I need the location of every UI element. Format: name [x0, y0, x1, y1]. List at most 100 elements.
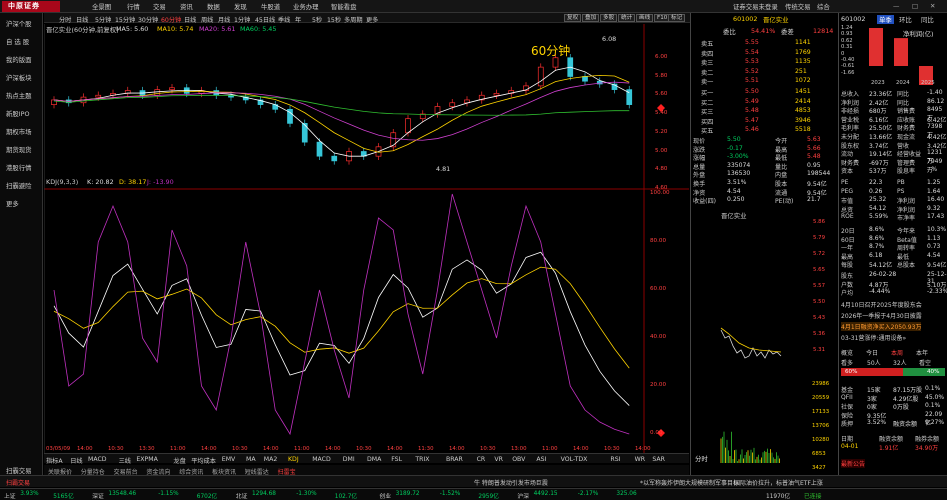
index-cell[interactable]: 3.93% [20, 491, 38, 497]
period-tab[interactable]: 年 [295, 15, 301, 24]
hot-tab[interactable]: 本年 [916, 348, 928, 357]
hot-tab[interactable]: 概览 [841, 348, 853, 357]
indicator-tab[interactable]: EXPMA [136, 456, 157, 463]
period-tab[interactable]: 1分钟 [234, 15, 250, 24]
sidebar-item[interactable]: 扫霸避险 [6, 181, 32, 190]
period-tab[interactable]: 15分钟 [115, 15, 135, 24]
sidebar-item[interactable]: 新股IPO [6, 109, 30, 118]
kline-chart[interactable]: 晋亿实业(60分钟,前复权) MA5: 5.60 MA10: 5.74 MA20… [44, 24, 689, 454]
sidebar-item[interactable]: 更多 [6, 199, 19, 208]
stats-button[interactable]: 统计 [618, 14, 635, 22]
tab-qoq[interactable]: 环比 [899, 15, 912, 24]
adjust-button[interactable]: 复权 [564, 14, 581, 22]
index-cell[interactable]: 北证 [236, 491, 248, 500]
period-tab[interactable]: 5分钟 [95, 15, 111, 24]
index-cell[interactable]: -1.30% [296, 491, 317, 497]
news-ticker[interactable]: *以军称轰炸伊朗大规模研制军事目标 [640, 478, 739, 487]
indicator-tab[interactable]: WR [635, 456, 645, 463]
sidebar-item[interactable]: 沪深板块 [6, 73, 32, 82]
sidebar-item[interactable]: 热点主题 [6, 91, 32, 100]
index-cell[interactable]: -1.15% [158, 491, 179, 497]
maximize-icon[interactable]: □ [912, 2, 918, 10]
indicator-tab[interactable]: BRAR [446, 456, 463, 463]
trade-mode[interactable]: 传统交易 [785, 2, 811, 11]
period-tab[interactable]: 日线 [76, 15, 88, 24]
index-cell[interactable]: 2959亿 [478, 491, 499, 500]
period-tab[interactable]: 日线 [184, 15, 196, 24]
indicator-tab[interactable]: MACD [312, 456, 331, 463]
news-item[interactable]: 03-31营涨停:通用设备» [841, 333, 906, 342]
menu-item[interactable]: 交易 [153, 2, 166, 11]
indicator-tab[interactable]: MA [246, 456, 256, 463]
menu-item[interactable]: 全景图 [92, 2, 111, 11]
indicator-tab[interactable]: OBV [512, 456, 525, 463]
period-tab[interactable]: 月线 [218, 15, 230, 24]
latest-notice-link[interactable]: 最新公告 [841, 459, 865, 468]
indicator-tab[interactable]: ASI [536, 456, 546, 463]
index-cell[interactable]: 6702亿 [197, 491, 218, 500]
indicator-tab[interactable]: 平均成本 [191, 456, 216, 465]
sidebar-footer[interactable]: 扫霸交易 [6, 466, 32, 475]
minimize-icon[interactable]: — [893, 2, 899, 10]
indicator-tab[interactable]: CR [477, 456, 486, 463]
alert-text[interactable]: 牛 特朗普发动引发市场巨震 [474, 478, 548, 487]
draw-button[interactable]: 画线 [636, 14, 653, 22]
indicator-tab[interactable]: VOL-TDX [561, 456, 588, 463]
indicator-tab[interactable]: TRIX [415, 456, 429, 463]
overlay-button[interactable]: 叠加 [582, 14, 599, 22]
news-item[interactable]: 4月10日召开2025年度股东会 [841, 300, 922, 309]
login-status[interactable]: 证券交易未登录 [733, 2, 778, 11]
index-cell[interactable]: 沪深 [517, 491, 529, 500]
hot-tab[interactable]: 今日 [866, 348, 878, 357]
index-cell[interactable]: -2.17% [578, 491, 599, 497]
period-tab[interactable]: 周线 [201, 15, 213, 24]
mini-tab[interactable]: 分时 [695, 454, 708, 463]
tab-quarter[interactable]: 单季 [877, 15, 894, 24]
news-ticker-2[interactable]: 国际油价拉升，标普油气ETF上涨 [734, 478, 823, 487]
sidebar-item[interactable]: 期权市场 [6, 127, 32, 136]
indicator-tab[interactable]: 三线 [119, 456, 131, 465]
indicator-tab[interactable]: VR [494, 456, 503, 463]
indicator-tab[interactable]: SAR [652, 456, 665, 463]
index-cell[interactable]: 13548.46 [108, 491, 136, 497]
period-tab[interactable]: 更多 [366, 15, 378, 24]
index-cell[interactable]: 深证 [92, 491, 104, 500]
news-item[interactable]: 2026年一季报于4月30日披露 [841, 311, 922, 320]
indicator-tab[interactable]: EMV [222, 456, 235, 463]
sidebar-item[interactable]: 港股行情 [6, 163, 32, 172]
period-tab[interactable]: 5秒 [312, 15, 322, 24]
menu-item[interactable]: 业务办理 [293, 2, 319, 11]
indicator-tab[interactable]: DMI [343, 456, 355, 463]
sidebar-item[interactable]: 沪深个股 [6, 19, 32, 28]
menu-item[interactable]: 发现 [234, 2, 247, 11]
news-item[interactable]: 4月1日融资净买入2050.93万 [841, 322, 921, 331]
mark-button[interactable]: 标记 [668, 14, 685, 22]
indicator-tab[interactable]: KDJ [288, 456, 299, 463]
hot-tab[interactable]: 本周 [891, 348, 903, 357]
period-tab-active[interactable]: 60分钟 [161, 15, 181, 24]
period-tab[interactable]: 分时 [59, 15, 71, 24]
menu-item[interactable]: 资讯 [180, 2, 193, 11]
period-tab[interactable]: 45日线 [255, 15, 275, 24]
index-cell[interactable]: 3189.72 [396, 491, 420, 497]
menu-item[interactable]: 行情 [127, 2, 140, 11]
index-cell[interactable]: 5165亿 [53, 491, 74, 500]
indicator-tab[interactable]: MACD [88, 456, 107, 463]
index-cell[interactable]: 4492.15 [534, 491, 558, 497]
index-cell[interactable]: 创业 [379, 491, 391, 500]
menu-item[interactable]: 智能看盘 [331, 2, 357, 11]
sidebar-footer-tab[interactable]: 扫霸交易 [6, 478, 30, 487]
close-icon[interactable]: ✕ [930, 2, 935, 10]
indicator-tab[interactable]: 龙盘 [173, 456, 185, 465]
index-cell[interactable]: 上证 [4, 491, 16, 500]
index-cell[interactable]: 1294.68 [252, 491, 276, 497]
period-tab[interactable]: 30分钟 [138, 15, 158, 24]
indicator-tab[interactable]: DMA [367, 456, 381, 463]
sidebar-item[interactable]: 我的版面 [6, 55, 32, 64]
indicator-tab[interactable]: 日线 [70, 456, 82, 465]
tab-yoy[interactable]: 同比 [921, 15, 934, 24]
multi-stock-button[interactable]: 多股 [600, 14, 617, 22]
indicator-tab[interactable]: RSI [610, 456, 620, 463]
indicator-tab[interactable]: FSL [391, 456, 402, 463]
menu-item[interactable]: 牛股道 [261, 2, 280, 11]
